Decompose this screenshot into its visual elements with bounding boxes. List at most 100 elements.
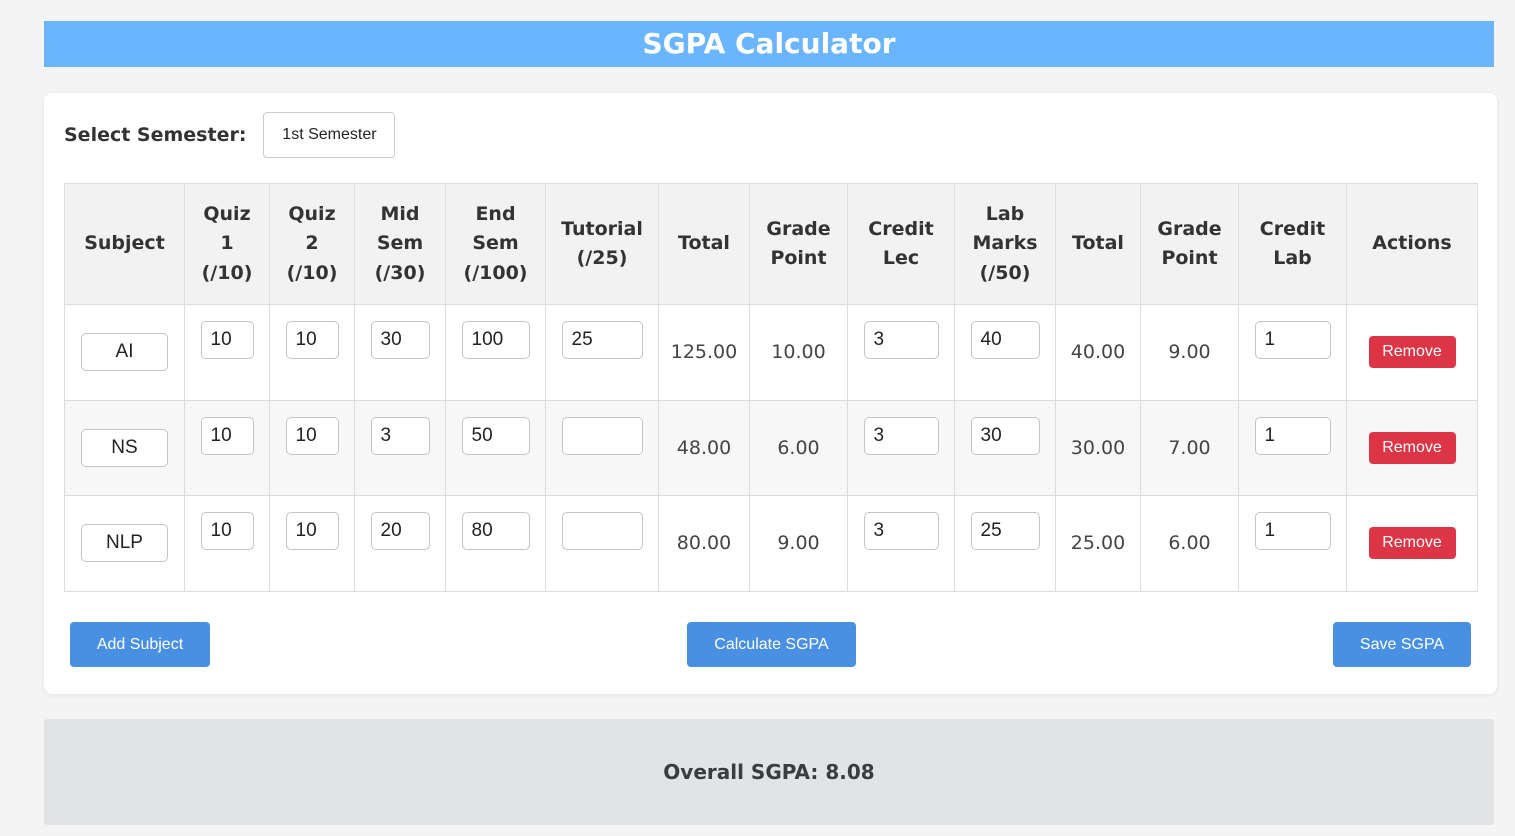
column-header-text: Credit — [868, 217, 934, 240]
column-header-text: (/25) — [576, 247, 628, 269]
table-cell: 30 — [354, 304, 446, 401]
table-cell: 10 — [184, 304, 270, 401]
column-header-text: Sem — [472, 232, 519, 255]
table-cell: 25 — [545, 304, 659, 401]
save-sgpa-button[interactable]: Save SGPA — [1333, 622, 1471, 667]
column-header: Quiz 2 (/10) — [269, 183, 355, 305]
credit-lab-input[interactable]: 1 — [1254, 416, 1331, 455]
table-cell: 3 — [847, 304, 955, 401]
table-cell: 30 — [954, 399, 1056, 496]
tutorial-input[interactable] — [561, 416, 643, 455]
total-value: 48.00 — [676, 436, 732, 459]
credit-lec-input[interactable]: 3 — [863, 416, 939, 455]
remove-button[interactable]: Remove — [1368, 336, 1456, 369]
quiz2-input[interactable]: 10 — [285, 512, 339, 551]
lab-total-value: 25.00 — [1070, 532, 1126, 555]
semester-label: Select Semester: — [64, 124, 247, 146]
column-header-text: Actions — [1372, 232, 1452, 255]
total-value: 125.00 — [670, 341, 738, 364]
end-sem-input[interactable]: 80 — [461, 512, 530, 551]
table-cell: 125.00 — [658, 304, 750, 401]
total-value: 80.00 — [676, 532, 732, 555]
column-header: Subject — [64, 183, 185, 305]
table-row: NLP 10 10 20 80 80.00 9.00 3 25 25.00 6.00 1 Remove — [64, 495, 1478, 592]
table-cell: 1 — [1238, 304, 1347, 401]
column-header: Credit Lec — [847, 183, 955, 305]
table-cell: 10.00 — [749, 304, 848, 401]
quiz1-input[interactable]: 10 — [200, 512, 254, 551]
table-cell: 3 — [847, 495, 955, 592]
end-sem-input[interactable]: 50 — [461, 416, 530, 455]
column-header-text: (/50) — [979, 261, 1031, 284]
calculate-sgpa-button[interactable]: Calculate SGPA — [687, 622, 856, 667]
table-cell: AI — [64, 304, 185, 401]
table-cell: 80.00 — [658, 495, 750, 592]
table-cell: 48.00 — [658, 399, 750, 496]
column-header-text: Lec — [882, 247, 920, 269]
table-cell: 100 — [445, 304, 546, 401]
credit-lec-input[interactable]: 3 — [863, 321, 939, 360]
grade-point-value: 10.00 — [771, 341, 826, 364]
column-header: Total — [658, 183, 750, 305]
subject-input[interactable]: AI — [81, 333, 168, 372]
table-row: AI 10 10 30 100 25 125.00 10.00 3 40 40.00 9.00 1 Rem… — [64, 304, 1478, 401]
quiz1-input[interactable]: 10 — [200, 321, 254, 360]
column-header: Tutorial (/25) — [545, 183, 659, 305]
table-cell: 6.00 — [749, 399, 848, 496]
credit-lec-input[interactable]: 3 — [863, 512, 939, 551]
credit-lab-input[interactable]: 1 — [1254, 512, 1331, 551]
table-cell: 10 — [184, 399, 270, 496]
column-header-text: Mid — [380, 202, 420, 225]
table-cell: 25 — [954, 495, 1056, 592]
tutorial-input[interactable]: 25 — [561, 321, 643, 360]
table-cell: NLP — [64, 495, 185, 592]
column-header-text: Point — [770, 247, 827, 269]
column-header-text: Tutorial — [561, 217, 643, 240]
column-header: Credit Lab — [1238, 183, 1347, 305]
table-cell: 30.00 — [1055, 399, 1141, 496]
column-header-text: (/10) — [286, 261, 338, 284]
table-cell: 9.00 — [1140, 304, 1239, 401]
column-header-text: Quiz — [288, 202, 336, 225]
semester-select[interactable]: 1st Semester — [263, 112, 396, 158]
table-body: AI 10 10 30 100 25 125.00 10.00 3 40 40.00 9.00 1 Rem… — [64, 304, 1478, 592]
column-header-text: Point — [1161, 247, 1218, 269]
lab-marks-input[interactable]: 25 — [970, 512, 1040, 551]
subject-input[interactable]: NS — [81, 428, 168, 467]
table-cell: 50 — [445, 399, 546, 496]
table-cell: 10 — [269, 495, 355, 592]
quiz1-input[interactable]: 10 — [200, 416, 254, 455]
lab-marks-input[interactable]: 40 — [970, 321, 1040, 360]
table-cell: 6.00 — [1140, 495, 1239, 592]
column-header: Mid Sem (/30) — [354, 183, 446, 305]
end-sem-input[interactable]: 100 — [461, 321, 530, 360]
column-header: Grade Point — [1140, 183, 1239, 305]
table-cell: 3 — [847, 399, 955, 496]
add-subject-button[interactable]: Add Subject — [70, 622, 210, 667]
table-cell — [545, 399, 659, 496]
tutorial-input[interactable] — [561, 512, 643, 551]
grade-point-value: 6.00 — [777, 436, 820, 459]
table-cell: 10 — [269, 304, 355, 401]
column-header-text: Sem — [376, 232, 424, 255]
remove-button[interactable]: Remove — [1368, 431, 1456, 464]
column-header-text: (/30) — [374, 261, 426, 284]
table-cell — [545, 495, 659, 592]
column-header-text: End — [475, 202, 516, 225]
table-cell: 10 — [184, 495, 270, 592]
column-header-text: Marks — [972, 232, 1038, 255]
lab-grade-point-value: 9.00 — [1168, 341, 1211, 364]
subject-input[interactable]: NLP — [81, 524, 168, 563]
credit-lab-input[interactable]: 1 — [1254, 321, 1331, 360]
mid-sem-input[interactable]: 20 — [370, 512, 430, 551]
subjects-table: Subject Quiz 1 (/10) Quiz 2 (/10) Mid Sem (/30) En… — [64, 183, 1478, 592]
lab-total-value: 40.00 — [1070, 341, 1126, 364]
quiz2-input[interactable]: 10 — [285, 321, 339, 360]
remove-button[interactable]: Remove — [1368, 527, 1456, 560]
mid-sem-input[interactable]: 30 — [370, 321, 430, 360]
quiz2-input[interactable]: 10 — [285, 416, 339, 455]
mid-sem-input[interactable]: 3 — [370, 416, 430, 455]
table-cell: 40 — [954, 304, 1056, 401]
lab-marks-input[interactable]: 30 — [970, 416, 1040, 455]
table-cell: 25.00 — [1055, 495, 1141, 592]
